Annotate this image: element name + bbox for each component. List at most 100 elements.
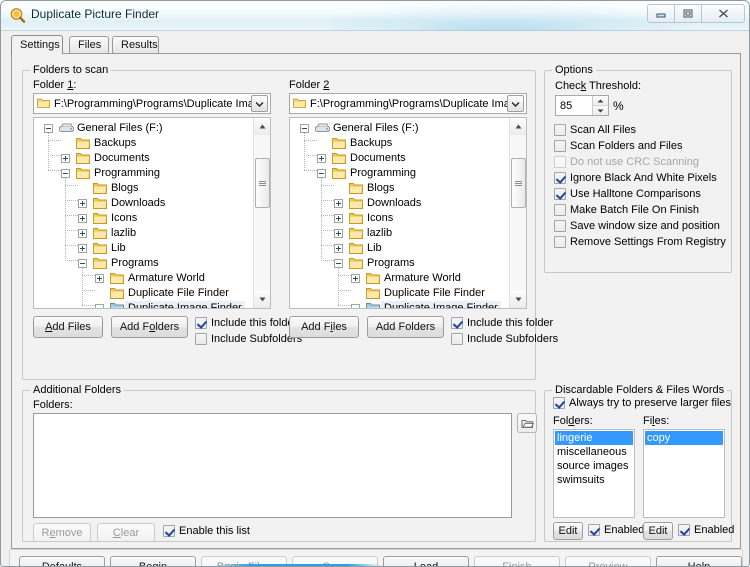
tree-expander-minus-icon[interactable] [317,169,326,178]
folder1-dropdown-chevron-down-icon[interactable] [251,95,268,112]
remove-button[interactable]: Remove [33,523,91,542]
discard-folders-edit-button[interactable]: Edit [553,522,583,540]
tree-node[interactable]: Icons [290,211,509,226]
tree-node[interactable]: lazlib [290,226,509,241]
tree-expander-plus-icon[interactable] [78,229,87,238]
discard-folders-list[interactable]: lingerie miscellaneous source images swimsu… [553,429,635,518]
list-item[interactable]: copy [645,431,723,445]
folder1-add-folders-button[interactable]: Add Folders [111,316,188,338]
list-item[interactable]: miscellaneous [555,445,633,459]
spin-up-arrow-icon[interactable] [593,96,608,106]
folder2-scroll-thumb[interactable] [511,158,526,208]
list-item[interactable]: swimsuits [555,473,633,487]
tree-node[interactable]: Backups [290,136,509,151]
tree-expander-plus-icon[interactable] [334,244,343,253]
option-checkbox-3[interactable]: Ignore Black And White Pixels [554,172,717,184]
preserve-larger-files-checkbox[interactable]: Always try to preserve larger files [553,397,731,409]
option-checkbox-4[interactable]: Use Halltone Comparisons [554,188,701,200]
scroll-down-arrow-icon[interactable] [254,291,270,308]
tree-node[interactable]: Duplicate Image Finder [34,301,253,308]
folder2-dropdown-chevron-down-icon[interactable] [507,95,524,112]
tree-node[interactable]: Blogs [34,181,253,196]
discard-files-enabled-checkbox[interactable]: Enabled [678,524,734,536]
tree-node[interactable]: Lib [34,241,253,256]
option-checkbox-5[interactable]: Make Batch File On Finish [554,204,699,216]
folder1-include-subfolders-checkbox[interactable]: Include Subfolders [195,333,302,345]
folder1-path-combo[interactable]: F:\Programming\Programs\Duplicate Image … [33,93,271,114]
folder2-add-folders-button[interactable]: Add Folders [367,316,444,338]
folder1-scroll-thumb[interactable] [255,158,270,208]
close-button[interactable] [701,4,745,23]
maximize-button[interactable] [674,4,702,23]
tree-node[interactable]: Duplicate Image Finder [290,301,509,308]
tab-settings[interactable]: Settings [11,35,63,54]
tree-expander-minus-icon[interactable] [351,304,360,308]
tree-expander-minus-icon[interactable] [61,169,70,178]
tree-node[interactable]: Lib [290,241,509,256]
discard-folders-enabled-checkbox[interactable]: Enabled [588,524,644,536]
tree-expander-minus-icon[interactable] [95,304,104,308]
folder2-path-combo[interactable]: F:\Programming\Programs\Duplicate Image … [289,93,527,114]
tab-files[interactable]: Files [69,36,109,54]
bottom-button-help[interactable]: Help [656,556,742,566]
tree-node[interactable]: Duplicate File Finder [34,286,253,301]
folder1-include-this-folder-checkbox[interactable]: Include this folder [195,317,297,329]
folder2-tree-scrollbar[interactable] [509,118,526,308]
clear-button[interactable]: Clear [97,523,155,542]
bottom-button-defaults[interactable]: Defaults [19,556,105,566]
tree-expander-minus-icon[interactable] [44,124,53,133]
tree-expander-plus-icon[interactable] [95,274,104,283]
bottom-button-load[interactable]: Load [383,556,469,566]
tree-node[interactable]: Programming [34,166,253,181]
minimize-button[interactable] [647,4,675,23]
list-item[interactable]: lingerie [555,431,633,445]
tree-node[interactable]: Armature World [290,271,509,286]
option-checkbox-1[interactable]: Scan Folders and Files [554,140,683,152]
tab-results[interactable]: Results [112,36,159,54]
tree-expander-plus-icon[interactable] [334,214,343,223]
tree-expander-plus-icon[interactable] [78,199,87,208]
bottom-button-begin[interactable]: Begin [110,556,196,566]
option-checkbox-6[interactable]: Save window size and position [554,220,720,232]
tree-node[interactable]: Programs [34,256,253,271]
scroll-up-arrow-icon[interactable] [510,118,526,135]
tree-node[interactable]: Blogs [290,181,509,196]
discard-files-edit-button[interactable]: Edit [643,522,673,540]
tree-expander-minus-icon[interactable] [334,259,343,268]
tree-node[interactable]: Downloads [290,196,509,211]
tree-expander-plus-icon[interactable] [78,244,87,253]
spin-down-arrow-icon[interactable] [593,106,608,115]
list-item[interactable]: source images [555,459,633,473]
scroll-up-arrow-icon[interactable] [254,118,270,135]
check-threshold-value[interactable]: 85 [556,100,592,112]
tree-node[interactable]: Programming [290,166,509,181]
additional-folders-list[interactable] [33,413,512,518]
tree-expander-plus-icon[interactable] [334,229,343,238]
tree-expander-plus-icon[interactable] [351,274,360,283]
tree-expander-minus-icon[interactable] [300,124,309,133]
tree-expander-plus-icon[interactable] [78,214,87,223]
folder1-tree[interactable]: General Files (F:) Backups Documents Progra… [33,117,271,309]
folder2-add-files-button[interactable]: Add Files [289,316,359,338]
tree-node[interactable]: General Files (F:) [34,121,253,136]
check-threshold-spinner[interactable]: 85 [555,95,609,116]
tree-node[interactable]: Documents [34,151,253,166]
tree-expander-plus-icon[interactable] [61,154,70,163]
tree-node[interactable]: Armature World [34,271,253,286]
tree-node[interactable]: lazlib [34,226,253,241]
folder2-include-this-folder-checkbox[interactable]: Include this folder [451,317,553,329]
tree-node[interactable]: General Files (F:) [290,121,509,136]
spin-buttons[interactable] [592,96,608,115]
tree-expander-plus-icon[interactable] [317,154,326,163]
tree-expander-plus-icon[interactable] [334,199,343,208]
tree-node[interactable]: Programs [290,256,509,271]
tree-expander-minus-icon[interactable] [78,259,87,268]
enable-this-list-checkbox[interactable]: Enable this list [163,525,250,537]
option-checkbox-0[interactable]: Scan All Files [554,124,636,136]
tree-node[interactable]: Documents [290,151,509,166]
folder1-add-files-button[interactable]: Add Files [33,316,103,338]
tree-node[interactable]: Backups [34,136,253,151]
tree-node[interactable]: Downloads [34,196,253,211]
option-checkbox-7[interactable]: Remove Settings From Registry [554,236,726,248]
discard-files-list[interactable]: copy [643,429,725,518]
